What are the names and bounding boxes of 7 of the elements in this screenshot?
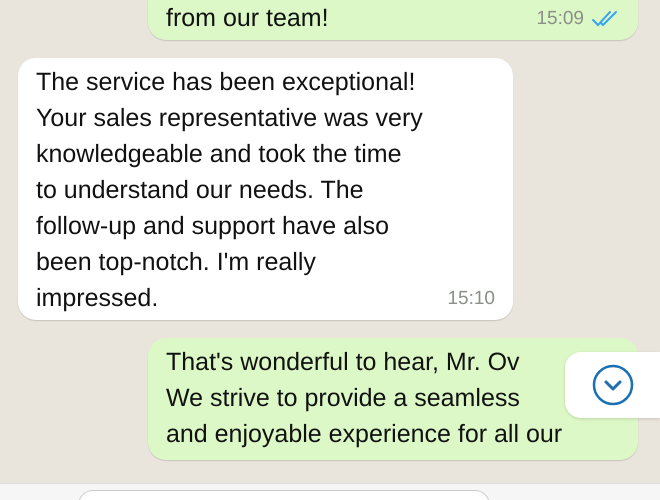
message-text: That's wonderful to hear, Mr. Ov We strive to provide a seamless and enjoyable experience for all our (166, 347, 562, 450)
message-time: 15:10 (447, 287, 495, 311)
scroll-down-button[interactable] (565, 352, 660, 418)
message-time: 15:09 (536, 7, 584, 31)
message-text: from our team! (166, 3, 329, 34)
message-text: The service has been exceptional! Your sales representative was very knowledgeable and took the time to understand our needs. The follow-up and support have also been top-notch. I'm really impressed. (36, 67, 423, 314)
chevron-down-icon (592, 364, 634, 406)
